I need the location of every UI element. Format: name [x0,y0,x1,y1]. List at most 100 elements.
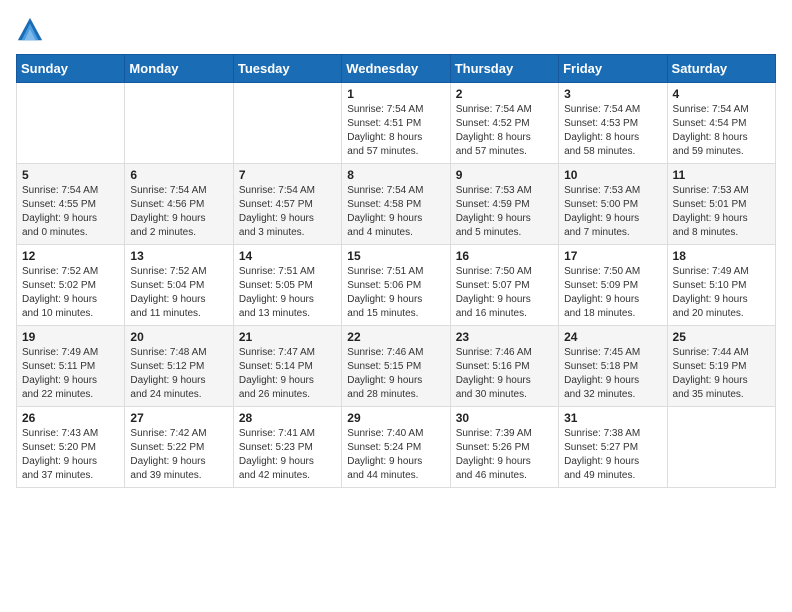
day-detail: Sunrise: 7:49 AM Sunset: 5:10 PM Dayligh… [673,265,770,321]
calendar-day-30: 30 Sunrise: 7:39 AM Sunset: 5:26 PM Dayli… [450,407,558,488]
day-detail: Sunrise: 7:44 AM Sunset: 5:19 PM Dayligh… [673,346,770,402]
day-detail: Sunrise: 7:51 AM Sunset: 5:06 PM Dayligh… [347,265,444,321]
day-number: 8 [347,168,444,182]
day-number: 22 [347,330,444,344]
day-number: 29 [347,411,444,425]
calendar-day-12: 12 Sunrise: 7:52 AM Sunset: 5:02 PM Dayli… [17,245,125,326]
calendar-day-2: 2 Sunrise: 7:54 AM Sunset: 4:52 PM Daylig… [450,83,558,164]
calendar-day-4: 4Sunrise: 7:54 AM Sunset: 4:54 PM Daylig… [667,83,775,164]
day-number: 23 [456,330,553,344]
day-detail: Sunrise: 7:46 AM Sunset: 5:15 PM Dayligh… [347,346,444,402]
day-detail: Sunrise: 7:51 AM Sunset: 5:05 PM Dayligh… [239,265,336,321]
calendar-week-3: 12 Sunrise: 7:52 AM Sunset: 5:02 PM Dayli… [17,245,776,326]
calendar-day-10: 10 Sunrise: 7:53 AM Sunset: 5:00 PM Dayli… [559,164,667,245]
calendar-day-11: 11Sunrise: 7:53 AM Sunset: 5:01 PM Dayli… [667,164,775,245]
calendar-day-20: 20 Sunrise: 7:48 AM Sunset: 5:12 PM Dayli… [125,326,233,407]
day-number: 31 [564,411,661,425]
calendar-week-5: 26 Sunrise: 7:43 AM Sunset: 5:20 PM Dayli… [17,407,776,488]
day-header-friday: Friday [559,55,667,83]
day-detail: Sunrise: 7:54 AM Sunset: 4:56 PM Dayligh… [130,184,227,240]
day-detail: Sunrise: 7:54 AM Sunset: 4:51 PM Dayligh… [347,103,444,159]
calendar-day-29: 29 Sunrise: 7:40 AM Sunset: 5:24 PM Dayli… [342,407,450,488]
calendar-day-17: 17Sunrise: 7:50 AM Sunset: 5:09 PM Dayli… [559,245,667,326]
day-detail: Sunrise: 7:47 AM Sunset: 5:14 PM Dayligh… [239,346,336,402]
day-number: 6 [130,168,227,182]
calendar-week-4: 19Sunrise: 7:49 AM Sunset: 5:11 PM Dayli… [17,326,776,407]
day-detail: Sunrise: 7:43 AM Sunset: 5:20 PM Dayligh… [22,427,119,483]
calendar-day-22: 22 Sunrise: 7:46 AM Sunset: 5:15 PM Dayli… [342,326,450,407]
day-detail: Sunrise: 7:49 AM Sunset: 5:11 PM Dayligh… [22,346,119,402]
day-number: 12 [22,249,119,263]
calendar-day-8: 8 Sunrise: 7:54 AM Sunset: 4:58 PM Daylig… [342,164,450,245]
day-number: 15 [347,249,444,263]
day-detail: Sunrise: 7:54 AM Sunset: 4:52 PM Dayligh… [456,103,553,159]
calendar-empty-cell [17,83,125,164]
day-detail: Sunrise: 7:48 AM Sunset: 5:12 PM Dayligh… [130,346,227,402]
calendar-empty-cell [667,407,775,488]
calendar-table: SundayMondayTuesdayWednesdayThursdayFrid… [16,54,776,488]
day-header-tuesday: Tuesday [233,55,341,83]
day-detail: Sunrise: 7:39 AM Sunset: 5:26 PM Dayligh… [456,427,553,483]
day-number: 25 [673,330,770,344]
calendar-day-5: 5 Sunrise: 7:54 AM Sunset: 4:55 PM Daylig… [17,164,125,245]
day-detail: Sunrise: 7:53 AM Sunset: 4:59 PM Dayligh… [456,184,553,240]
calendar-day-28: 28 Sunrise: 7:41 AM Sunset: 5:23 PM Dayli… [233,407,341,488]
calendar-week-1: 1 Sunrise: 7:54 AM Sunset: 4:51 PM Daylig… [17,83,776,164]
day-number: 14 [239,249,336,263]
day-detail: Sunrise: 7:54 AM Sunset: 4:53 PM Dayligh… [564,103,661,159]
day-number: 26 [22,411,119,425]
day-detail: Sunrise: 7:45 AM Sunset: 5:18 PM Dayligh… [564,346,661,402]
calendar-day-24: 24Sunrise: 7:45 AM Sunset: 5:18 PM Dayli… [559,326,667,407]
day-number: 13 [130,249,227,263]
day-header-wednesday: Wednesday [342,55,450,83]
day-number: 28 [239,411,336,425]
day-number: 27 [130,411,227,425]
calendar-day-31: 31 Sunrise: 7:38 AM Sunset: 5:27 PM Dayli… [559,407,667,488]
day-number: 2 [456,87,553,101]
day-number: 9 [456,168,553,182]
page-header [16,16,776,44]
calendar-day-14: 14 Sunrise: 7:51 AM Sunset: 5:05 PM Dayli… [233,245,341,326]
calendar-day-18: 18 Sunrise: 7:49 AM Sunset: 5:10 PM Dayli… [667,245,775,326]
day-number: 1 [347,87,444,101]
day-header-sunday: Sunday [17,55,125,83]
day-number: 18 [673,249,770,263]
day-number: 17 [564,249,661,263]
day-number: 4 [673,87,770,101]
day-number: 20 [130,330,227,344]
calendar-week-2: 5 Sunrise: 7:54 AM Sunset: 4:55 PM Daylig… [17,164,776,245]
calendar-day-21: 21Sunrise: 7:47 AM Sunset: 5:14 PM Dayli… [233,326,341,407]
calendar-day-16: 16 Sunrise: 7:50 AM Sunset: 5:07 PM Dayli… [450,245,558,326]
day-number: 5 [22,168,119,182]
calendar-day-9: 9 Sunrise: 7:53 AM Sunset: 4:59 PM Daylig… [450,164,558,245]
calendar-day-15: 15 Sunrise: 7:51 AM Sunset: 5:06 PM Dayli… [342,245,450,326]
day-detail: Sunrise: 7:38 AM Sunset: 5:27 PM Dayligh… [564,427,661,483]
day-detail: Sunrise: 7:54 AM Sunset: 4:58 PM Dayligh… [347,184,444,240]
day-detail: Sunrise: 7:42 AM Sunset: 5:22 PM Dayligh… [130,427,227,483]
day-detail: Sunrise: 7:46 AM Sunset: 5:16 PM Dayligh… [456,346,553,402]
calendar-day-19: 19Sunrise: 7:49 AM Sunset: 5:11 PM Dayli… [17,326,125,407]
day-number: 10 [564,168,661,182]
day-detail: Sunrise: 7:52 AM Sunset: 5:04 PM Dayligh… [130,265,227,321]
calendar-empty-cell [233,83,341,164]
day-header-monday: Monday [125,55,233,83]
day-detail: Sunrise: 7:50 AM Sunset: 5:07 PM Dayligh… [456,265,553,321]
day-number: 30 [456,411,553,425]
logo [16,16,48,44]
calendar-day-6: 6 Sunrise: 7:54 AM Sunset: 4:56 PM Daylig… [125,164,233,245]
day-detail: Sunrise: 7:41 AM Sunset: 5:23 PM Dayligh… [239,427,336,483]
day-detail: Sunrise: 7:53 AM Sunset: 5:01 PM Dayligh… [673,184,770,240]
day-number: 16 [456,249,553,263]
day-detail: Sunrise: 7:52 AM Sunset: 5:02 PM Dayligh… [22,265,119,321]
calendar-day-1: 1 Sunrise: 7:54 AM Sunset: 4:51 PM Daylig… [342,83,450,164]
calendar-day-26: 26 Sunrise: 7:43 AM Sunset: 5:20 PM Dayli… [17,407,125,488]
calendar-empty-cell [125,83,233,164]
day-detail: Sunrise: 7:53 AM Sunset: 5:00 PM Dayligh… [564,184,661,240]
calendar-header-row: SundayMondayTuesdayWednesdayThursdayFrid… [17,55,776,83]
calendar-day-3: 3Sunrise: 7:54 AM Sunset: 4:53 PM Daylig… [559,83,667,164]
day-header-thursday: Thursday [450,55,558,83]
calendar-day-27: 27 Sunrise: 7:42 AM Sunset: 5:22 PM Dayli… [125,407,233,488]
day-detail: Sunrise: 7:54 AM Sunset: 4:55 PM Dayligh… [22,184,119,240]
logo-icon [16,16,44,44]
day-detail: Sunrise: 7:40 AM Sunset: 5:24 PM Dayligh… [347,427,444,483]
